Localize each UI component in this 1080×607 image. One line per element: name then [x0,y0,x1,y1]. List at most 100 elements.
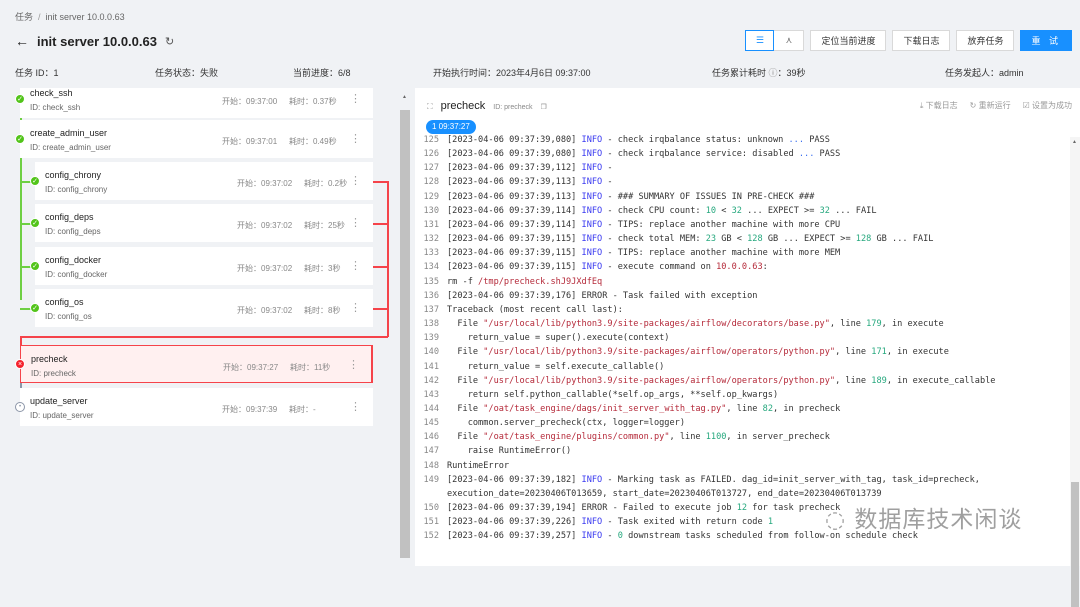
log-line: 140 File "/usr/local/lib/python3.9/site-… [415,345,1066,359]
task-card[interactable]: update_server ID: update_server 开始：09:37:3… [20,388,373,426]
line-number: 142 [423,375,439,386]
log-segment: File [447,347,484,358]
log-segment: - TIPS: replace another machine with mor… [602,248,841,259]
watermark-text: 数据库技术闲谈 [854,507,1023,533]
log-segment: INFO [581,517,603,528]
log-segment: PASS [814,149,841,160]
help-icon[interactable]: ⓘ [769,68,778,78]
log-segment: < [716,205,732,216]
log-line: 136 [2023-04-06 09:37:39,176] ERROR - Tas… [415,289,1066,303]
abandon-task-button[interactable]: 放弃任务 [956,30,1015,51]
log-scrollbar[interactable]: ▲ [1070,137,1080,607]
log-segment: , in precheck [773,403,841,414]
more-icon[interactable]: ⋮ [350,259,361,272]
line-number: 150 [423,503,439,514]
log-segment: - TIPS: replace another machine with mor… [602,219,841,230]
connector-line [387,181,389,337]
connector-line [373,266,388,268]
connector-line [373,223,388,225]
log-segment: INFO [581,248,603,259]
line-number: 132 [423,234,439,245]
success-status-icon: ✓ [30,261,40,271]
log-segment: [2023-04-06 09:37:39,080] [447,149,582,160]
back-arrow-icon[interactable]: ← [15,33,29,49]
download-log-button[interactable]: 下载日志 [892,30,951,51]
locate-progress-button[interactable]: 定位当前进度 [810,30,887,51]
list-view-icon[interactable]: ☰ [745,30,775,51]
more-icon[interactable]: ⋮ [348,358,359,371]
task-card[interactable]: config_os ID: config_os 开始：09:37:02 耗时：8秒 ⋮ [35,289,373,327]
log-header: ⛶ precheck ID: precheck ❐ [427,100,547,112]
task-duration: 耗时：11秒 [290,363,331,372]
task-name: config_os [45,297,84,307]
expand-icon[interactable]: ⛶ [427,102,433,112]
more-icon[interactable]: ⋮ [350,92,361,105]
log-segment: [2023-04-06 09:37:39,194] ERROR - Failed… [447,503,737,514]
log-text: File "/oat/task_engine/plugins/common.py… [447,430,1047,444]
task-card[interactable]: config_deps ID: config_deps 开始：09:37:02 耗时：… [35,204,373,242]
task-id: ID: config_os [45,312,92,321]
log-segment: ... [788,135,805,145]
task-start: 开始：09:37:02 [237,221,293,230]
log-segment: ... EXPECT >= [741,205,820,216]
more-icon[interactable]: ⋮ [350,132,361,145]
task-duration: 耗时：0.49秒 [289,137,337,146]
log-text: return_value = self.execute_callable() [447,360,1047,374]
log-segment: , in server_precheck [726,432,830,443]
line-number: 141 [423,361,439,372]
retry-button[interactable]: 重 试 [1020,30,1072,51]
log-segment: , line [669,432,706,443]
log-text: [2023-04-06 09:37:39,176] ERROR - Task f… [447,289,1047,303]
log-text: RuntimeError [447,459,1047,473]
more-icon[interactable]: ⋮ [350,216,361,229]
log-task-id: ID: precheck [493,104,533,111]
log-text: File "/usr/local/lib/python3.9/site-pack… [447,317,1047,331]
download-log-action[interactable]: ⤓ 下载日志 [920,100,958,111]
task-list-scrollbar[interactable]: ▲ [400,92,410,562]
task-name: precheck [31,354,68,364]
log-segment: INFO [581,474,603,485]
log-segment: 179 [866,319,882,330]
log-segment: "/oat/task_engine/dags/init_server_with_… [483,403,727,414]
task-card[interactable]: create_admin_user ID: create_admin_user 开始… [20,120,373,158]
line-number: 130 [423,205,439,216]
task-card[interactable]: config_docker ID: config_docker 开始：09:37:0… [35,247,373,285]
log-segment: 12 [736,503,748,514]
copy-icon[interactable]: ❐ [541,103,547,111]
graph-view-icon[interactable]: ⋏ [774,31,803,50]
log-line: 146 File "/oat/task_engine/plugins/commo… [415,430,1066,444]
task-duration: 耗时：3秒 [304,264,341,273]
task-card[interactable]: config_chrony ID: config_chrony 开始：09:37:0… [35,162,373,200]
line-number: 148 [423,460,439,471]
task-status: 任务状态：失败 [155,68,219,78]
attempt-tab[interactable]: 1 09:37:27 [426,120,476,134]
log-segment: INFO [581,531,603,542]
log-text: common.server_precheck(ctx, logger=logge… [447,416,1047,430]
log-line: 139 return_value = super().execute(conte… [415,331,1066,345]
breadcrumb-root[interactable]: 任务 [15,12,33,22]
log-segment: INFO [581,219,603,230]
task-progress: 当前进度：6/8 [293,68,351,78]
log-segment: [2023-04-06 09:37:39,113] [447,191,582,202]
log-line: 130 [2023-04-06 09:37:39,114] INFO - chec… [415,204,1066,218]
log-text: File "/usr/local/lib/python3.9/site-pack… [447,345,1047,359]
log-segment: , line [835,347,872,358]
log-line: 125 [2023-04-06 09:37:39,080] INFO - chec… [415,133,1066,147]
more-icon[interactable]: ⋮ [350,400,361,413]
set-success-action[interactable]: ☑ 设置为成功 [1023,100,1072,111]
log-segment: : [762,262,768,273]
task-duration: 耗时：0.2秒 [304,179,348,188]
task-start: 开始：09:37:02 [237,179,293,188]
more-icon[interactable]: ⋮ [350,301,361,314]
log-segment: 171 [871,347,887,358]
task-card[interactable]: precheck ID: precheck 开始：09:37:27 耗时：11秒 ⋮ [20,345,373,383]
log-line: 145 common.server_precheck(ctx, logger=l… [415,416,1066,430]
task-card[interactable]: check_ssh ID: check_ssh 开始：09:37:00 耗时：0.37… [20,88,373,118]
more-icon[interactable]: ⋮ [350,174,361,187]
log-segment: , line [835,375,872,386]
rerun-action[interactable]: ↻ 重新运行 [970,100,1011,111]
log-segment: 32 [819,205,830,216]
task-start: 开始：09:37:27 [223,363,279,372]
total-time-value: ：39秒 [777,68,806,78]
refresh-icon[interactable]: ↻ [165,35,174,48]
